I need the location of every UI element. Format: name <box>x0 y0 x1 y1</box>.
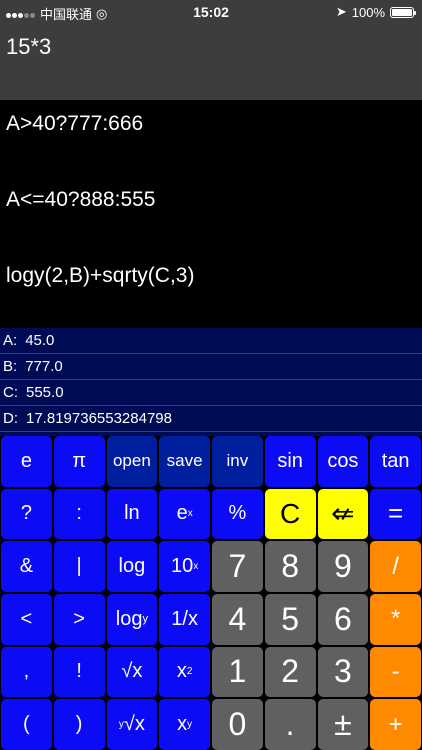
cos-key[interactable]: cos <box>317 436 369 487</box>
decimal-point-key[interactable]: . <box>264 699 316 750</box>
comma-key[interactable]: , <box>1 646 52 698</box>
greater-than-key[interactable]: > <box>53 594 105 645</box>
right-paren-key[interactable]: ) <box>53 699 105 750</box>
digit-1-key[interactable]: 1 <box>212 646 263 698</box>
formula-line-a[interactable]: A>40?777:666 <box>6 112 143 136</box>
variable-value: 555.0 <box>26 384 64 401</box>
formula-line-c[interactable]: logy(2,B)+sqrty(C,3) <box>6 264 194 288</box>
variable-name: D: <box>3 410 18 427</box>
digit-6-key[interactable]: 6 <box>317 594 369 645</box>
colon-key[interactable]: : <box>53 488 105 540</box>
plus-key[interactable]: + <box>370 699 421 750</box>
power-sup: y <box>187 719 193 731</box>
variable-name: A: <box>3 332 18 349</box>
y-root-base: √x <box>123 713 145 736</box>
formula-line-b[interactable]: A<=40?888:555 <box>6 188 155 212</box>
minus-key[interactable]: - <box>370 646 421 698</box>
multiply-key[interactable]: * <box>370 594 421 645</box>
ten-sup: x <box>193 561 199 573</box>
logy-key[interactable]: log y <box>106 594 158 645</box>
exp-key[interactable]: ex <box>159 488 210 540</box>
backspace-icon[interactable]: ⇍ <box>317 488 369 540</box>
digit-0-key[interactable]: 0 <box>212 699 263 750</box>
digit-9-key[interactable]: 9 <box>317 541 369 592</box>
clear-button[interactable]: C <box>264 488 316 540</box>
left-paren-key[interactable]: ( <box>1 699 52 750</box>
pipe-key[interactable]: | <box>53 541 105 592</box>
sqrt-key[interactable]: √x <box>106 646 158 698</box>
variable-value: 45.0 <box>25 332 55 349</box>
ln-key[interactable]: ln <box>106 488 158 540</box>
percent-key[interactable]: % <box>212 488 263 540</box>
square-base: x <box>176 660 187 683</box>
variable-name: C: <box>3 384 18 401</box>
inv-key[interactable]: inv <box>212 436 263 487</box>
keypad: e π open save inv sin cos tan ? : ln ex … <box>0 436 422 750</box>
digit-3-key[interactable]: 3 <box>317 646 369 698</box>
variable-value: 17.819736553284798 <box>26 410 172 427</box>
square-key[interactable]: x2 <box>159 646 210 698</box>
status-right: ➤ 100% <box>335 4 416 20</box>
e-key[interactable]: e <box>1 436 52 487</box>
digit-2-key[interactable]: 2 <box>264 646 316 698</box>
variable-row-a[interactable]: A: 45.0 <box>0 328 422 354</box>
formula-list[interactable]: A>40?777:666 A<=40?888:555 logy(2,B)+sqr… <box>0 100 422 328</box>
power-key[interactable]: xy <box>159 699 210 750</box>
ampersand-key[interactable]: & <box>1 541 52 592</box>
factorial-key[interactable]: ! <box>53 646 105 698</box>
less-than-key[interactable]: < <box>1 594 52 645</box>
equals-key[interactable]: = <box>370 488 421 540</box>
digit-8-key[interactable]: 8 <box>264 541 316 592</box>
tan-key[interactable]: tan <box>370 436 421 487</box>
battery-percent: 100% <box>351 4 385 20</box>
reciprocal-key[interactable]: 1/x <box>159 594 210 645</box>
expression-text: 15*3 <box>6 34 52 59</box>
logy-sub: y <box>142 613 148 626</box>
ten-power-key[interactable]: 10 x <box>159 541 210 592</box>
divide-key[interactable]: / <box>370 541 421 592</box>
power-base: x <box>177 713 188 736</box>
variable-value: 777.0 <box>25 358 63 375</box>
digit-7-key[interactable]: 7 <box>212 541 263 592</box>
save-button[interactable]: save <box>159 436 210 487</box>
logy-base: log <box>115 607 143 630</box>
digit-5-key[interactable]: 5 <box>264 594 316 645</box>
sin-key[interactable]: sin <box>264 436 316 487</box>
square-sup: 2 <box>186 666 193 678</box>
status-bar: 中国联通 ◎ 15:02 ➤ 100% <box>0 0 422 24</box>
battery-icon <box>390 6 416 18</box>
location-icon: ➤ <box>335 4 347 19</box>
expression-input[interactable]: 15*3 <box>0 24 422 100</box>
exp-base: e <box>176 502 188 525</box>
question-key[interactable]: ? <box>1 488 52 540</box>
variable-name: B: <box>3 358 18 375</box>
pi-key[interactable]: π <box>53 436 105 487</box>
digit-4-key[interactable]: 4 <box>212 594 263 645</box>
variable-row-b[interactable]: B: 777.0 <box>0 354 422 380</box>
ten-base: 10 <box>171 555 194 578</box>
variable-row-c[interactable]: C: 555.0 <box>0 380 422 406</box>
plus-minus-key[interactable]: ± <box>317 699 369 750</box>
y-root-key[interactable]: y √x <box>106 699 158 750</box>
variable-list: A: 45.0 B: 777.0 C: 555.0 D: 17.81973655… <box>0 328 422 436</box>
open-button[interactable]: open <box>106 436 158 487</box>
exp-sup: x <box>187 508 193 520</box>
log-key[interactable]: log <box>106 541 158 592</box>
variable-row-d[interactable]: D: 17.819736553284798 <box>0 406 422 432</box>
